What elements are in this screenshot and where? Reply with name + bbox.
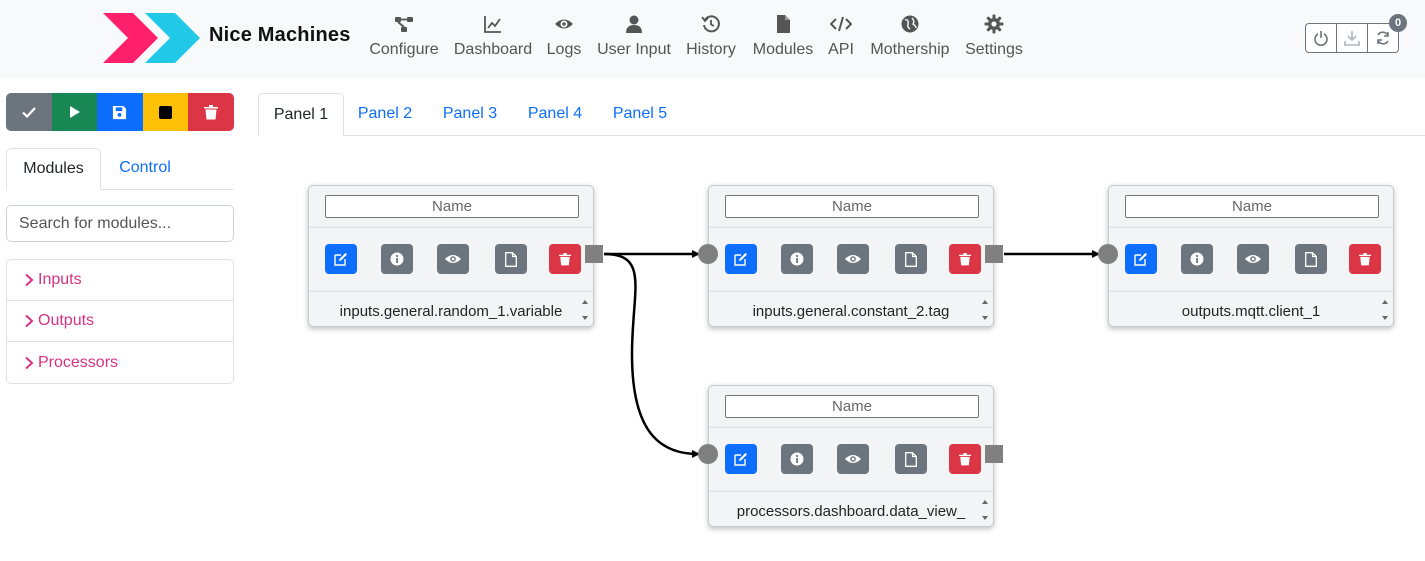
edit-button[interactable]: [725, 244, 757, 274]
view-button[interactable]: [837, 244, 869, 274]
divider: [709, 427, 993, 428]
file-icon: [1305, 251, 1317, 267]
edit-button[interactable]: [725, 444, 757, 474]
input-port[interactable]: [698, 444, 718, 464]
trash-icon: [959, 453, 971, 466]
docs-button[interactable]: [1295, 244, 1327, 274]
input-port[interactable]: [1098, 244, 1118, 264]
module-node-constant[interactable]: inputs.general.constant_2.tag: [708, 185, 994, 327]
delete-node-button[interactable]: [949, 244, 981, 274]
view-button[interactable]: [837, 444, 869, 474]
edit-button[interactable]: [325, 244, 357, 274]
file-icon: [905, 451, 917, 467]
edit-icon: [734, 253, 747, 266]
edit-icon: [1134, 253, 1147, 266]
edit-button[interactable]: [1125, 244, 1157, 274]
module-node-random[interactable]: inputs.general.random_1.variable: [308, 185, 594, 327]
view-button[interactable]: [437, 244, 469, 274]
edit-icon: [734, 453, 747, 466]
info-icon: [790, 252, 804, 266]
docs-button[interactable]: [895, 244, 927, 274]
delete-node-button[interactable]: [1349, 244, 1381, 274]
node-name-input[interactable]: [1125, 195, 1379, 218]
info-button[interactable]: [781, 244, 813, 274]
trash-icon: [1359, 253, 1371, 266]
delete-node-button[interactable]: [949, 444, 981, 474]
eye-icon: [845, 455, 861, 463]
trash-icon: [959, 253, 971, 266]
info-icon: [1190, 252, 1204, 266]
output-port[interactable]: [585, 245, 603, 263]
module-select[interactable]: inputs.general.random_1.variable: [309, 292, 593, 326]
view-button[interactable]: [1237, 244, 1269, 274]
info-icon: [790, 452, 804, 466]
node-name-input[interactable]: [325, 195, 579, 218]
select-spinner-icon[interactable]: [580, 296, 590, 324]
docs-button[interactable]: [895, 444, 927, 474]
info-button[interactable]: [781, 444, 813, 474]
delete-node-button[interactable]: [549, 244, 581, 274]
info-button[interactable]: [1181, 244, 1213, 274]
eye-icon: [845, 255, 861, 263]
node-name-input[interactable]: [725, 195, 979, 218]
input-port[interactable]: [698, 244, 718, 264]
file-icon: [505, 251, 517, 267]
select-spinner-icon[interactable]: [980, 296, 990, 324]
divider: [1109, 227, 1393, 228]
file-icon: [905, 251, 917, 267]
edit-icon: [334, 253, 347, 266]
select-spinner-icon[interactable]: [980, 496, 990, 524]
eye-icon: [445, 255, 461, 263]
output-port[interactable]: [985, 445, 1003, 463]
module-node-mqtt[interactable]: outputs.mqtt.client_1: [1108, 185, 1394, 327]
divider: [709, 227, 993, 228]
module-select[interactable]: inputs.general.constant_2.tag: [709, 292, 993, 326]
divider: [309, 227, 593, 228]
eye-icon: [1245, 255, 1261, 263]
output-port[interactable]: [985, 245, 1003, 263]
module-select[interactable]: processors.dashboard.data_view_: [709, 492, 993, 526]
module-node-dataview[interactable]: processors.dashboard.data_view_: [708, 385, 994, 527]
info-button[interactable]: [381, 244, 413, 274]
module-select[interactable]: outputs.mqtt.client_1: [1109, 292, 1393, 326]
connection-random-to-dataview[interactable]: [603, 252, 700, 458]
select-spinner-icon[interactable]: [1380, 296, 1390, 324]
trash-icon: [559, 253, 571, 266]
node-name-input[interactable]: [725, 395, 979, 418]
docs-button[interactable]: [495, 244, 527, 274]
info-icon: [390, 252, 404, 266]
